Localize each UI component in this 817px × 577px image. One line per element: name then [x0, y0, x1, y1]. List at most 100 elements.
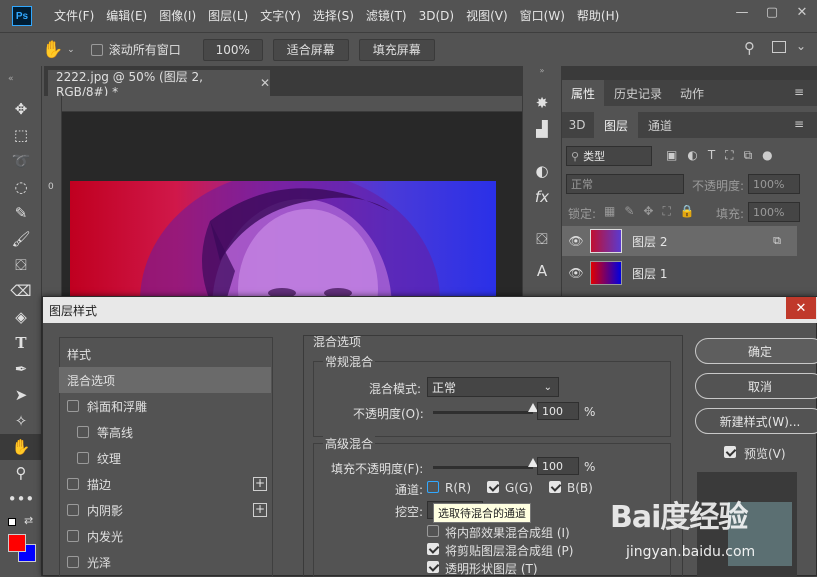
tab-history[interactable]: 历史记录 — [606, 80, 670, 106]
scroll-all-checkbox[interactable] — [90, 43, 103, 56]
image-filter-icon[interactable]: ▣ — [666, 148, 677, 163]
blend-clipped-layers-checkbox[interactable] — [427, 543, 439, 555]
style-checkbox[interactable] — [67, 530, 79, 542]
style-item[interactable]: 混合选项 — [59, 367, 271, 393]
lock-transparent-icon[interactable]: ▦ — [604, 204, 615, 219]
style-item[interactable]: 样式 — [59, 341, 271, 367]
channel-b-checkbox[interactable] — [549, 481, 561, 493]
style-item[interactable]: 等高线 — [59, 419, 271, 445]
filter-toggle-icon[interactable]: ● — [762, 148, 772, 163]
opacity-input[interactable]: 100% — [748, 174, 800, 194]
collapse-strip-icon[interactable]: » — [523, 66, 561, 80]
tab-actions[interactable]: 动作 — [672, 80, 712, 106]
fill-input[interactable]: 100% — [748, 202, 800, 222]
layer-blend-mode-select[interactable]: 正常 — [566, 174, 684, 194]
chevron-down-icon[interactable]: ⌄ — [67, 45, 75, 55]
new-style-button[interactable]: 新建样式(W)... — [695, 408, 817, 434]
blend-interior-effects-checkbox[interactable] — [427, 525, 439, 537]
type-tool-icon[interactable]: T — [0, 330, 42, 356]
ok-button[interactable]: 确定 — [695, 338, 817, 364]
opacity-slider-track[interactable] — [433, 411, 533, 414]
tab-properties[interactable]: 属性 — [562, 80, 604, 106]
style-checkbox[interactable] — [67, 478, 79, 490]
path-select-tool-icon[interactable]: ➤ — [0, 382, 42, 408]
adjustment-filter-icon[interactable]: ◐ — [687, 148, 697, 163]
fill-opacity-input[interactable]: 100 — [537, 457, 579, 475]
pen-tool-icon[interactable]: ✒ — [0, 356, 42, 382]
style-checkbox[interactable] — [67, 556, 79, 568]
style-checkbox[interactable] — [77, 426, 89, 438]
visibility-eye-icon[interactable]: 👁 — [562, 234, 590, 248]
default-colors-icon[interactable] — [8, 518, 16, 526]
adjustments-icon[interactable]: ◐ — [523, 158, 561, 184]
add-effect-icon[interactable]: + — [253, 477, 267, 491]
fill-screen-button[interactable]: 填充屏幕 — [358, 38, 435, 61]
style-checkbox[interactable] — [67, 400, 79, 412]
styles-fx-icon[interactable]: fx — [523, 184, 561, 210]
hand-tool-icon[interactable]: ✋ — [0, 434, 42, 460]
menu-item[interactable]: 图层(L) — [202, 0, 254, 32]
panel-menu-icon[interactable]: ≡ — [794, 85, 804, 99]
close-window-icon[interactable]: ✕ — [787, 0, 817, 24]
panel-collapse-icon[interactable]: « — [0, 66, 41, 96]
dialog-close-button[interactable]: ✕ — [786, 297, 816, 319]
lock-all-icon[interactable]: 🔒 — [680, 204, 695, 219]
artboard-icon[interactable]: ⛶ — [662, 204, 670, 219]
style-item[interactable]: 斜面和浮雕 — [59, 393, 271, 419]
style-item[interactable]: 描边 + — [59, 471, 271, 497]
style-item[interactable]: 纹理 — [59, 445, 271, 471]
workspace-icon[interactable] — [772, 41, 786, 53]
shape-filter-icon[interactable]: ⛶ — [725, 148, 733, 163]
menu-item[interactable]: 窗口(W) — [514, 0, 571, 32]
lasso-tool-icon[interactable]: ➰ — [0, 148, 42, 174]
layer-row-layer-1[interactable]: 👁 图层 1 — [562, 258, 797, 288]
menu-item[interactable]: 帮助(H) — [571, 0, 625, 32]
chevron-down-icon[interactable]: ⌄ — [796, 39, 806, 53]
style-item[interactable]: 光泽 — [59, 549, 271, 575]
panel-menu-icon[interactable]: ≡ — [794, 117, 804, 131]
tab-layers[interactable]: 图层 — [594, 112, 638, 138]
menu-item[interactable]: 视图(V) — [460, 0, 514, 32]
menu-item[interactable]: 文件(F) — [48, 0, 100, 32]
style-checkbox[interactable] — [77, 452, 89, 464]
lock-pixels-icon[interactable]: ✎ — [624, 204, 634, 219]
minimize-icon[interactable]: — — [727, 0, 757, 24]
visibility-eye-icon[interactable]: 👁 — [562, 266, 590, 280]
fit-screen-button[interactable]: 适合屏幕 — [272, 38, 349, 61]
document-tab[interactable]: 2222.jpg @ 50% (图层 2, RGB/8#) * ✕ — [48, 70, 270, 99]
menu-item[interactable]: 滤镜(T) — [360, 0, 413, 32]
quick-select-tool-icon[interactable]: ◌ — [0, 174, 42, 200]
lock-position-icon[interactable]: ✥ — [643, 204, 653, 219]
move-tool-icon[interactable]: ✥ — [0, 96, 42, 122]
brush-tool-icon[interactable]: 🖌 — [0, 226, 42, 252]
channel-r-checkbox[interactable] — [427, 481, 439, 493]
eyedropper-tool-icon[interactable]: ✎ — [0, 200, 42, 226]
histogram-icon[interactable]: ▟ — [523, 116, 561, 142]
tab-3d[interactable]: 3D — [562, 112, 592, 138]
foreground-color-swatch[interactable] — [8, 534, 26, 552]
hand-tool-icon[interactable]: ✋ — [42, 40, 63, 60]
more-tools-icon[interactable]: ••• — [0, 486, 42, 512]
style-item[interactable]: 内阴影 + — [59, 497, 271, 523]
layer-row-layer-2[interactable]: 👁 图层 2 ⧉ — [562, 226, 797, 256]
channel-g-checkbox[interactable] — [487, 481, 499, 493]
kind-filter-select[interactable]: ⚲ 类型 — [566, 146, 652, 166]
stamp-tool-icon[interactable]: ⛋ — [0, 252, 42, 278]
clone-source-icon[interactable]: ⛋ — [523, 226, 561, 252]
menu-item[interactable]: 选择(S) — [307, 0, 360, 32]
character-panel-icon[interactable]: A — [523, 258, 561, 284]
shape-tool-icon[interactable]: ✧ — [0, 408, 42, 434]
menu-item[interactable]: 图像(I) — [153, 0, 202, 32]
eraser-tool-icon[interactable]: ⌫ — [0, 278, 42, 304]
transparency-shapes-checkbox[interactable] — [427, 561, 439, 573]
preview-checkbox[interactable] — [724, 446, 736, 458]
navigator-icon[interactable]: ✸ — [523, 90, 561, 116]
tab-channels[interactable]: 通道 — [640, 112, 680, 138]
type-filter-icon[interactable]: T — [708, 148, 715, 163]
style-checkbox[interactable] — [67, 504, 79, 516]
zoom-tool-icon[interactable]: ⚲ — [0, 460, 42, 486]
menu-item[interactable]: 3D(D) — [413, 0, 460, 32]
marquee-tool-icon[interactable]: ⬚ — [0, 122, 42, 148]
swap-colors-icon[interactable]: ⇄ — [24, 514, 33, 527]
opacity-input[interactable]: 100 — [537, 402, 579, 420]
